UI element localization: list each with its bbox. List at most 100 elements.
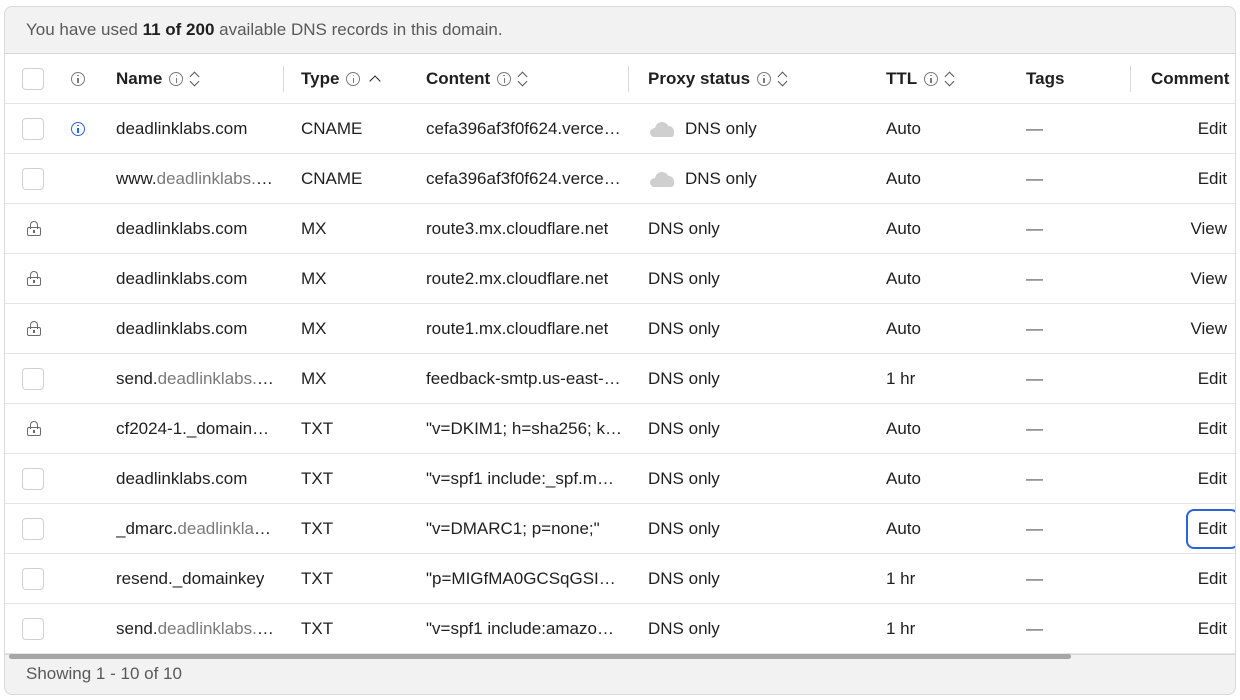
row-action-cell: Edit [1151, 454, 1235, 503]
lock-icon [27, 421, 41, 436]
table-row[interactable]: deadlinklabs.com MX route1.mx.cloudflare.n… [5, 304, 1235, 354]
record-name: cf2024-1._domainkey [116, 404, 276, 453]
record-content: cefa396af3f0f624.vercel-dns-016.com [426, 154, 622, 203]
proxy-status-text: DNS only [648, 468, 720, 488]
ttl-text: Auto [886, 418, 921, 438]
record-name-text: send.deadlinklabs.com [116, 369, 276, 389]
table-row[interactable]: deadlinklabs.com TXT "v=spf1 include:_spf.… [5, 454, 1235, 504]
view-button[interactable]: View [1178, 209, 1235, 249]
edit-button[interactable]: Edit [1186, 109, 1235, 149]
horizontal-scrollbar[interactable] [9, 654, 1071, 659]
proxy-status-text: DNS only [648, 418, 720, 438]
view-button[interactable]: View [1178, 309, 1235, 349]
info-icon[interactable] [169, 71, 184, 86]
view-button[interactable]: View [1178, 259, 1235, 299]
record-name: deadlinklabs.com [116, 104, 276, 153]
tags-value: — [1026, 104, 1086, 153]
row-checkbox[interactable] [22, 117, 44, 140]
column-header-content[interactable]: Content [426, 54, 622, 103]
proxy-status: DNS only [648, 254, 868, 303]
sort-ascending-icon[interactable] [369, 73, 381, 85]
usage-suffix: available DNS records in this domain. [214, 20, 503, 39]
table-row[interactable]: resend._domainkey TXT "p=MIGfMA0GCSqGSIb3 D… [5, 554, 1235, 604]
record-name-main: send. [116, 618, 158, 638]
record-type: MX [301, 354, 411, 403]
table-row[interactable]: cf2024-1._domainkey TXT "v=DKIM1; h=sha256… [5, 404, 1235, 454]
proxy-status-text: DNS only [685, 118, 757, 138]
record-name-main: www. [116, 168, 157, 188]
tags-text: — [1026, 268, 1043, 288]
column-header-name[interactable]: Name [116, 54, 276, 103]
sort-icon[interactable] [945, 70, 955, 88]
edit-button[interactable]: Edit [1185, 508, 1235, 549]
select-cell [22, 104, 46, 153]
ttl-text: Auto [886, 468, 921, 488]
ttl-value: Auto [886, 504, 996, 553]
column-header-proxy[interactable]: Proxy status [648, 54, 868, 103]
table-row[interactable]: deadlinklabs.com MX route2.mx.cloudflare.n… [5, 254, 1235, 304]
info-icon[interactable] [71, 71, 85, 86]
proxy-status: DNS only [648, 204, 868, 253]
edit-button[interactable]: Edit [1186, 609, 1235, 649]
tags-value: — [1026, 254, 1086, 303]
record-content-text: route2.mx.cloudflare.net [426, 268, 609, 288]
ttl-value: Auto [886, 104, 996, 153]
record-content: "v=spf1 include:_spf.mx.cloudflare.net ~… [426, 454, 622, 503]
record-name-main: deadlinklabs.com [116, 318, 248, 338]
sort-icon[interactable] [518, 70, 528, 88]
edit-button[interactable]: Edit [1186, 159, 1235, 199]
edit-button[interactable]: Edit [1186, 459, 1235, 499]
dns-records-panel: You have used 11 of 200 available DNS re… [4, 6, 1236, 695]
tags-value: — [1026, 304, 1086, 353]
edit-button[interactable]: Edit [1186, 409, 1235, 449]
row-checkbox[interactable] [22, 367, 44, 390]
info-icon[interactable] [346, 71, 361, 86]
row-checkbox[interactable] [22, 467, 44, 490]
record-name-main: send. [116, 368, 158, 388]
column-divider[interactable] [628, 66, 629, 92]
record-content-text: "p=MIGfMA0GCSqGSIb3DQEBAQUAA" [426, 568, 622, 588]
ttl-value: Auto [886, 154, 996, 203]
table-row[interactable]: send.deadlinklabs.com MX feedback-smtp.us-… [5, 354, 1235, 404]
column-divider[interactable] [1130, 66, 1131, 92]
column-header-ttl[interactable]: TTL [886, 54, 996, 103]
row-checkbox[interactable] [22, 567, 44, 590]
row-action-cell: Edit [1151, 504, 1235, 553]
column-ttl-label: TTL [886, 68, 918, 88]
table-row[interactable]: deadlinklabs.com CNAME cefa396af3f0f624.ve… [5, 104, 1235, 154]
row-checkbox[interactable] [22, 167, 44, 190]
row-info-cell [71, 504, 91, 553]
record-name-text: deadlinklabs.com [116, 319, 247, 339]
edit-button[interactable]: Edit [1186, 559, 1235, 599]
info-icon[interactable] [757, 71, 772, 86]
sort-icon[interactable] [778, 70, 788, 88]
column-header-type[interactable]: Type [301, 54, 411, 103]
record-name-text: www.deadlinklabs.com [116, 169, 276, 189]
column-divider[interactable] [283, 66, 284, 92]
record-name-main: resend._domainkey [116, 568, 265, 588]
row-checkbox[interactable] [22, 517, 44, 540]
select-cell [22, 154, 46, 203]
sort-icon[interactable] [190, 70, 200, 88]
tags-text: — [1026, 618, 1043, 638]
info-icon[interactable] [71, 121, 85, 136]
ttl-text: 1 hr [886, 368, 916, 388]
tags-text: — [1026, 568, 1043, 588]
record-type: MX [301, 204, 411, 253]
table-row[interactable]: send.deadlinklabs.com TXT "v=spf1 include:… [5, 604, 1235, 654]
record-name: send.deadlinklabs.com [116, 354, 276, 403]
ttl-text: Auto [886, 118, 921, 138]
record-content: "v=DMARC1; p=none;" [426, 504, 622, 553]
table-row[interactable]: www.deadlinklabs.com CNAME cefa396af3f0f62… [5, 154, 1235, 204]
record-name-main: _dmarc. [116, 518, 178, 538]
record-name: deadlinklabs.com [116, 204, 276, 253]
record-content: cefa396af3f0f624.vercel-dns-016.com [426, 104, 622, 153]
info-icon[interactable] [497, 71, 512, 86]
edit-button[interactable]: Edit [1186, 359, 1235, 399]
row-info-cell [71, 254, 91, 303]
table-row[interactable]: _dmarc.deadlinklabs.com TXT "v=DMARC1; p=n… [5, 504, 1235, 554]
info-icon[interactable] [924, 71, 939, 86]
row-checkbox[interactable] [22, 617, 44, 640]
table-row[interactable]: deadlinklabs.com MX route3.mx.cloudflare.n… [5, 204, 1235, 254]
select-all-checkbox[interactable] [22, 67, 44, 90]
